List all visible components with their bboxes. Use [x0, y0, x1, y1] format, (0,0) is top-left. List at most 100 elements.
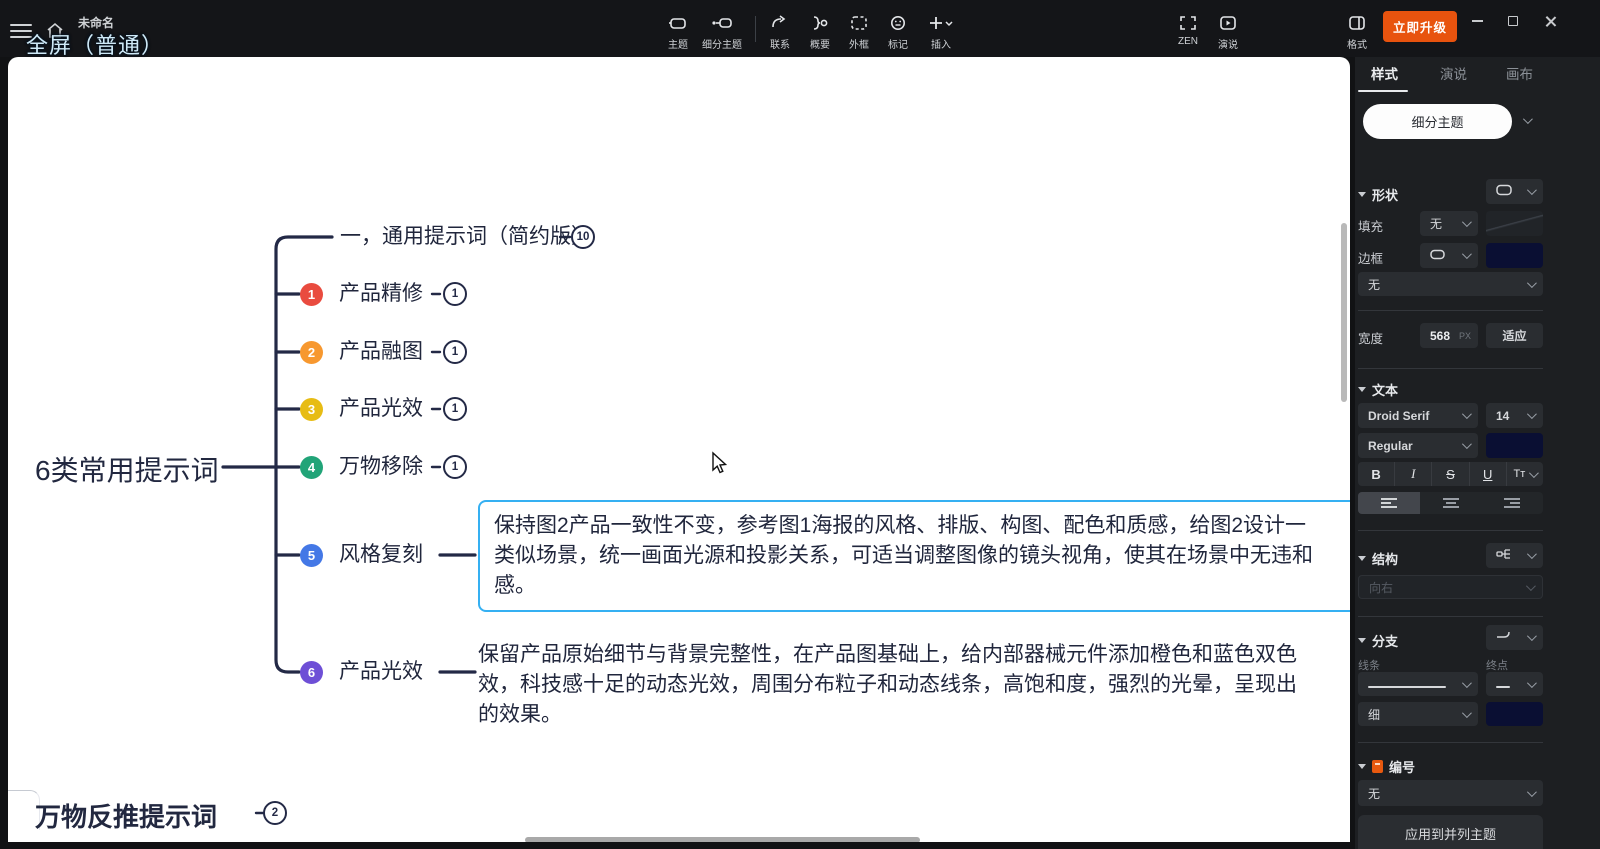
mindmap-structure-icon [1486, 548, 1527, 563]
section-numbering[interactable]: 编号 [1358, 757, 1415, 776]
window-close-button[interactable] [1538, 10, 1564, 32]
number-marker[interactable]: 3 [300, 398, 323, 421]
border-style-dropdown[interactable] [1420, 243, 1478, 268]
text-format-bar: B I S U Tт [1358, 462, 1543, 486]
font-color-swatch[interactable] [1486, 433, 1543, 458]
solid-line-icon [1358, 677, 1462, 691]
chevron-down-icon [1526, 549, 1537, 560]
tab-canvas[interactable]: 画布 [1506, 63, 1533, 83]
present-icon [1196, 12, 1260, 34]
floating-topic[interactable]: 万物反推提示词 [35, 797, 217, 834]
fit-button[interactable]: 适应 [1486, 323, 1543, 348]
horizontal-scrollbar[interactable] [525, 837, 920, 842]
number-marker[interactable]: 6 [300, 661, 323, 684]
chevron-down-icon [1526, 185, 1537, 196]
rounded-rect-icon [1486, 184, 1527, 199]
section-text[interactable]: 文本 [1358, 380, 1398, 399]
vertical-scrollbar[interactable] [1341, 223, 1347, 402]
line-color-swatch[interactable] [1486, 702, 1543, 726]
collapse-triangle-icon [1358, 556, 1366, 561]
collapse-count-badge[interactable]: 1 [443, 340, 467, 364]
bold-button[interactable]: B [1358, 462, 1396, 486]
root-topic[interactable]: 6类常用提示词 [35, 449, 219, 489]
chevron-down-icon [1529, 467, 1540, 478]
tab-style[interactable]: 样式 [1371, 63, 1398, 83]
number-marker[interactable]: 5 [300, 544, 323, 567]
number-marker[interactable]: 1 [300, 283, 323, 306]
window-minimize-button[interactable] [1464, 10, 1490, 32]
branch-shape-dropdown[interactable] [1486, 625, 1543, 650]
divider [1358, 742, 1543, 743]
font-size-dropdown[interactable]: 14 [1486, 403, 1543, 428]
chevron-down-icon [1526, 786, 1537, 797]
divider [1358, 368, 1543, 369]
tab-present[interactable]: 演说 [1440, 63, 1467, 83]
font-family-dropdown[interactable]: Droid Serif [1358, 403, 1478, 428]
text-case-button[interactable]: Tт [1507, 462, 1543, 486]
chevron-down-icon [1461, 439, 1472, 450]
topic-label[interactable]: 产品光效 [339, 658, 423, 686]
selected-topic-textbox[interactable]: 保持图2产品一致性不变，参考图1海报的风格、排版、构图、配色和质感，给图2设计一… [478, 500, 1350, 612]
fill-color-swatch[interactable] [1486, 211, 1543, 236]
toolbar-subtopic-button[interactable]: 细分主题 [690, 12, 754, 51]
branch-curve-icon [1486, 630, 1527, 645]
number-marker[interactable]: 2 [300, 341, 323, 364]
fill-style-dropdown[interactable]: 无 [1420, 211, 1478, 236]
structure-type-dropdown[interactable] [1486, 543, 1543, 568]
mindmap-canvas[interactable]: 6类常用提示词 一，通用提示词（简约版） 10 1 产品精修 1 2 产品融图 … [8, 57, 1350, 842]
toolbar-insert-button[interactable]: 插入 [909, 12, 973, 51]
direction-dropdown[interactable]: 向右 [1358, 575, 1543, 599]
topic-label[interactable]: 产品精修 [339, 280, 423, 308]
number-marker[interactable]: 4 [300, 456, 323, 479]
topic-label[interactable]: 产品融图 [339, 338, 423, 366]
topic-paragraph[interactable]: 保留产品原始细节与背景完整性，在产品图基础上，给内部器械元件添加橙色和蓝色双色 … [478, 640, 1350, 730]
dash-icon [1486, 677, 1527, 691]
section-structure[interactable]: 结构 [1358, 549, 1398, 568]
underline-button[interactable]: U [1470, 462, 1507, 486]
collapse-triangle-icon [1358, 764, 1366, 769]
collapse-count-badge[interactable]: 1 [443, 397, 467, 421]
paragraph-line: 的效果。 [478, 703, 562, 726]
chevron-down-icon[interactable] [1522, 114, 1533, 125]
border-color-swatch[interactable] [1486, 243, 1543, 268]
collapse-count-badge[interactable]: 10 [571, 225, 595, 249]
subtopic-icon [690, 12, 754, 34]
collapse-count-badge[interactable]: 1 [443, 282, 467, 306]
chevron-down-icon [1461, 409, 1472, 420]
section-shape[interactable]: 形状 [1358, 185, 1398, 204]
width-input[interactable]: 568 PX [1420, 323, 1478, 348]
apply-to-siblings-button[interactable]: 应用到并列主题 [1358, 815, 1543, 849]
selected-element-type[interactable]: 细分主题 [1363, 104, 1512, 139]
line-weight-dropdown[interactable]: 细 [1358, 702, 1478, 726]
align-center-button[interactable] [1420, 492, 1482, 514]
strikethrough-button[interactable]: S [1432, 462, 1470, 486]
line-style-dropdown[interactable] [1358, 672, 1478, 696]
chevron-down-icon [1526, 409, 1537, 420]
topic-label[interactable]: 产品光效 [339, 395, 423, 423]
border-width-dropdown[interactable]: 无 [1358, 272, 1543, 296]
collapse-count-badge[interactable]: 1 [443, 455, 467, 479]
topic-label[interactable]: 一，通用提示词（简约版） [340, 223, 592, 251]
align-right-button[interactable] [1481, 492, 1543, 514]
window-maximize-button[interactable] [1500, 10, 1526, 32]
align-left-button[interactable] [1358, 492, 1420, 514]
fill-label: 填充 [1358, 220, 1384, 234]
active-tab-underline [1358, 90, 1408, 92]
toolbar-present-button[interactable]: 演说 [1196, 12, 1260, 51]
app-window: 未命名 主题 细分主题 联系 概要 外框 标记 插入 ZEN 演说 格式 立即升… [0, 0, 1600, 849]
unit-label: PX [1458, 330, 1471, 341]
numbering-dropdown[interactable]: 无 [1358, 780, 1543, 806]
endpoint-style-dropdown[interactable] [1486, 672, 1543, 696]
topic-label[interactable]: 风格复刻 [339, 541, 423, 569]
chevron-down-icon [1526, 677, 1537, 688]
toolbar-format-button[interactable]: 格式 [1325, 12, 1389, 51]
section-branch[interactable]: 分支 [1358, 631, 1398, 650]
textbox-line: 类似场景，统一画面光源和投影关系，可适当调整图像的镜头视角，使其在场景中无违和 [494, 544, 1313, 567]
chevron-down-icon [1525, 580, 1536, 591]
italic-button[interactable]: I [1395, 462, 1433, 486]
collapse-count-badge[interactable]: 2 [263, 801, 287, 825]
topic-label[interactable]: 万物移除 [339, 453, 423, 481]
shape-style-dropdown[interactable] [1486, 179, 1543, 204]
upgrade-button[interactable]: 立即升级 [1383, 11, 1457, 42]
font-weight-dropdown[interactable]: Regular [1358, 433, 1478, 458]
